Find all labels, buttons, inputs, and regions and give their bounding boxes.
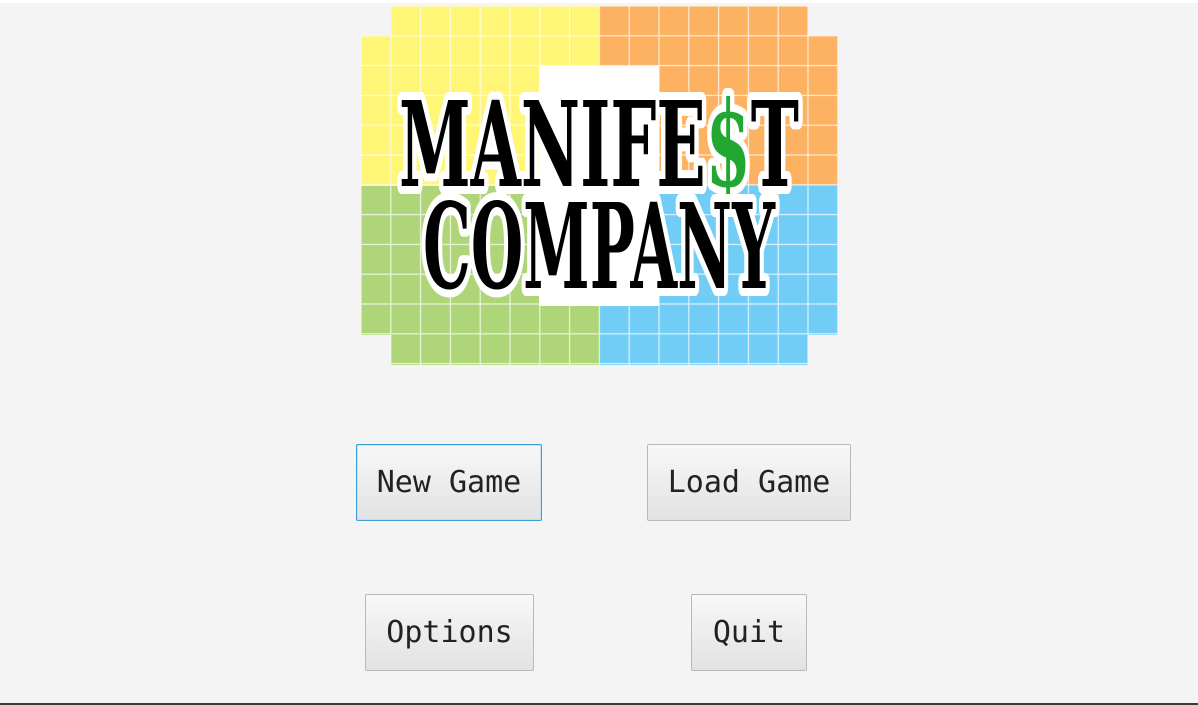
load-game-button[interactable]: Load Game (647, 444, 851, 521)
logo-graphic: MANIFE$T MANIFE$T COMPANY COMPANY (361, 6, 838, 365)
game-logo: MANIFE$T MANIFE$T COMPANY COMPANY (361, 6, 838, 365)
new-game-button[interactable]: New Game (356, 444, 542, 521)
options-button[interactable]: Options (365, 594, 534, 671)
logo-line2: COMPANY (423, 177, 776, 316)
quit-button[interactable]: Quit (691, 594, 807, 671)
main-menu-screen: MANIFE$T MANIFE$T COMPANY COMPANY New Ga… (0, 0, 1198, 705)
